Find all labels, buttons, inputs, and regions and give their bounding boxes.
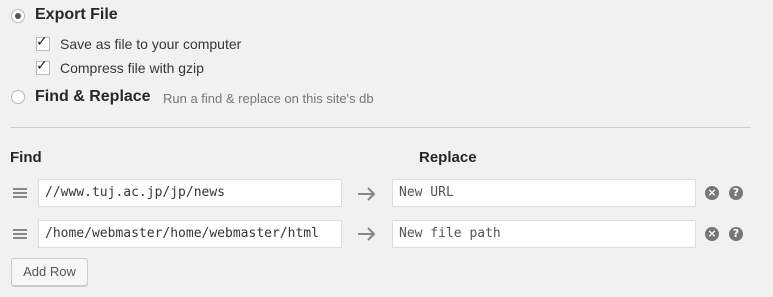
arrow-right-icon: [358, 227, 376, 241]
save-as-file-label[interactable]: Save as file to your computer: [60, 36, 241, 52]
compress-gzip-label[interactable]: Compress file with gzip: [60, 60, 204, 76]
drag-handle-icon[interactable]: [13, 229, 27, 239]
divider: [10, 127, 751, 128]
remove-row-icon[interactable]: ×: [705, 227, 719, 241]
export-file-radio[interactable]: [11, 9, 25, 23]
replace-column-header: Replace: [419, 149, 477, 166]
help-icon[interactable]: ?: [729, 186, 743, 200]
arrow-right-icon: [358, 187, 376, 201]
replace-input[interactable]: New URL: [392, 179, 696, 207]
replace-input[interactable]: New file path: [392, 220, 696, 248]
remove-row-icon[interactable]: ×: [705, 186, 719, 200]
compress-gzip-checkbox[interactable]: ✓: [36, 58, 50, 75]
find-input[interactable]: /home/webmaster/home/webmaster/html: [38, 220, 342, 248]
find-replace-radio[interactable]: [11, 90, 25, 104]
find-replace-description: Run a find & replace on this site's db: [163, 91, 374, 106]
drag-handle-icon[interactable]: [13, 188, 27, 198]
add-row-button[interactable]: Add Row: [11, 258, 88, 286]
save-as-file-checkbox[interactable]: ✓: [36, 34, 50, 51]
find-replace-title[interactable]: Find & Replace: [35, 88, 151, 106]
export-file-title[interactable]: Export File: [35, 6, 118, 24]
help-icon[interactable]: ?: [729, 227, 743, 241]
checkmark-icon: ✓: [36, 34, 48, 50]
checkmark-icon: ✓: [36, 58, 48, 74]
find-input[interactable]: //www.tuj.ac.jp/jp/news: [38, 179, 342, 207]
find-column-header: Find: [10, 149, 42, 166]
